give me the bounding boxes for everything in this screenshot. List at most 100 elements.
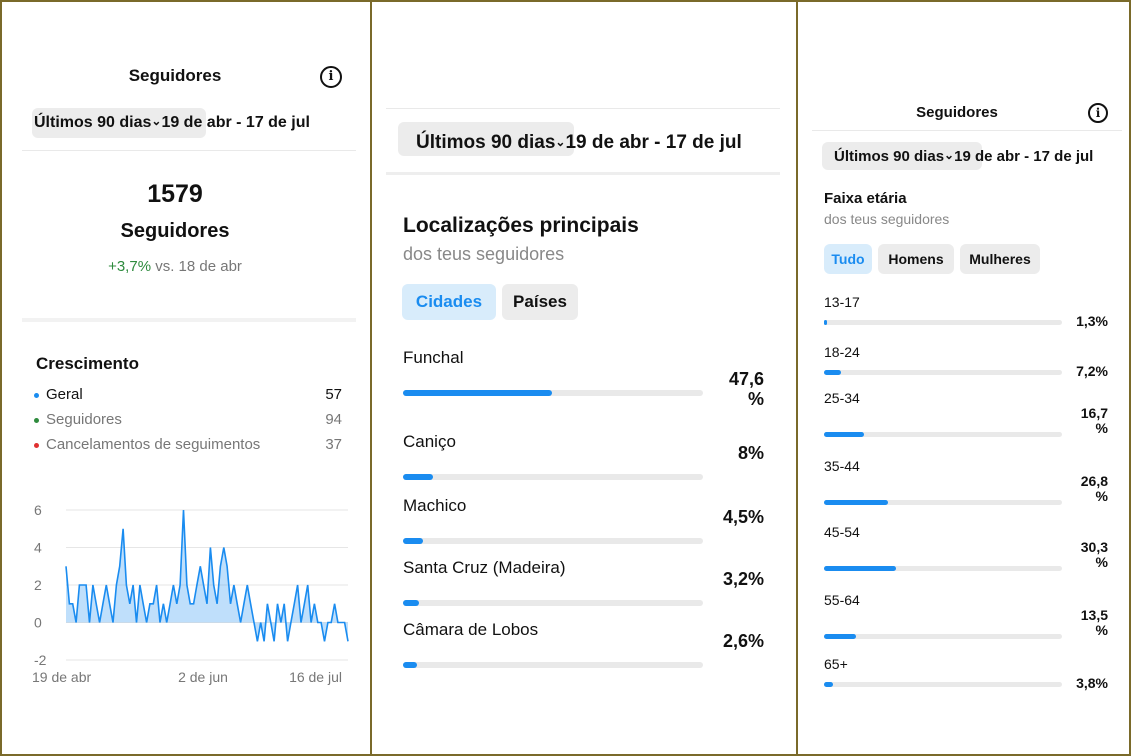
location-name: Funchal [403,348,464,367]
location-bar-fill [403,600,419,606]
change-suffix: vs. 18 de abr [155,258,242,275]
location-bar-track [403,474,703,480]
growth-item-label: Seguidores [46,411,122,428]
age-pct: 3,8% [1076,675,1108,691]
tab-homens[interactable]: Homens [878,244,954,274]
chevron-down-icon: ⌄ [151,114,162,128]
series-area [66,510,348,642]
age-label: 25-34 [824,390,860,406]
y-tick-label: 0 [34,615,42,631]
tab-tudo[interactable]: Tudo [824,244,872,274]
growth-chart: 6 4 2 0 -219 de abr 2 de jun 16 de jul [32,502,349,685]
age-bar-fill [824,370,842,375]
panel-divider [796,0,798,756]
age-pct: 1,3% [1076,313,1108,329]
location-pct: 47,6 % [728,369,764,409]
x-tick-label: 2 de jun [178,669,228,685]
x-tick-label: 19 de abr [32,669,91,685]
tab-cidades[interactable]: Cidades [402,284,496,320]
date-range-label: Últimos 90 dias [416,132,556,153]
age-bar-track [824,566,1062,571]
panel-title: Seguidores [916,104,998,121]
age-bar-fill [824,432,864,437]
age-bar-fill [824,566,897,571]
growth-item-value: 57 [325,386,342,403]
date-range: Últimos 90 dias⌄19 de abr - 17 de jul [834,148,1093,165]
info-icon[interactable]: i [1088,103,1108,123]
legend-dot [34,417,39,423]
location-bar-fill [403,662,417,668]
growth-item: Cancelamentos de seguimentos 37 [34,436,342,458]
section-divider [22,318,356,322]
location-name: Santa Cruz (Madeira) [403,558,566,577]
chevron-down-icon: ⌄ [944,148,955,162]
date-range: Últimos 90 dias⌄19 de abr - 17 de jul [416,132,742,154]
age-bar-fill [824,500,888,505]
location-name: Câmara de Lobos [403,620,539,639]
age-label: 55-64 [824,592,860,608]
section-subtitle: dos teus seguidores [403,244,565,264]
y-tick-label: 6 [34,502,42,518]
age-pct: 13,5 % [1080,607,1108,639]
age-label: 45-54 [824,524,860,540]
growth-item: Seguidores 94 [34,411,342,433]
age-bar-fill [824,682,834,687]
divider [22,150,356,151]
age-label: 18-24 [824,344,860,360]
change-value: +3,7% [108,258,152,275]
age-label: 13-17 [824,294,860,310]
age-bar-track [824,500,1062,505]
growth-item-label: Cancelamentos de seguimentos [46,436,261,453]
y-tick-label: -2 [34,652,47,668]
location-bar-fill [403,474,433,480]
age-bar-track [824,432,1062,437]
divider [812,130,1122,131]
follower-count-label: Seguidores [120,220,230,242]
age-range-panel: Seguidores i Últimos 90 dias⌄19 de abr -… [812,2,1122,754]
location-bar-track [403,390,703,396]
date-range-label: Últimos 90 dias [834,148,945,165]
tab-paises[interactable]: Países [502,284,578,320]
growth-item-label: Geral [46,386,83,403]
follower-count: 1579 [147,180,203,208]
age-bar-fill [824,320,828,325]
age-bar-track [824,682,1062,687]
y-tick-label: 2 [34,577,42,593]
section-subtitle: dos teus seguidores [824,211,950,227]
location-pct: 4,5% [722,507,764,527]
growth-title: Crescimento [36,354,139,373]
panel-divider [370,0,372,756]
location-pct: 2,6% [722,631,764,651]
y-tick-label: 4 [34,540,42,556]
age-bar-track [824,634,1062,639]
age-pct: 7,2% [1076,363,1108,379]
age-pct: 16,7 % [1080,405,1108,437]
location-bar-track [403,538,703,544]
age-bar-track [824,320,1062,325]
date-range: Últimos 90 dias⌄19 de abr - 17 de jul [34,114,310,132]
age-label: 65+ [824,656,848,672]
date-range-dates: 19 de abr - 17 de jul [161,114,310,131]
follower-change: +3,7% vs. 18 de abr [14,258,336,275]
legend-dot [34,442,39,448]
tab-mulheres[interactable]: Mulheres [960,244,1040,274]
date-range-label: Últimos 90 dias [34,114,152,131]
section-title: Faixa etária [824,190,907,207]
location-bar-track [403,662,703,668]
date-range-dates: 19 de abr - 17 de jul [565,132,742,153]
location-bar-track [403,600,703,606]
panel-title: Seguidores [128,66,222,85]
growth-item-value: 37 [325,436,342,453]
top-locations-panel: Últimos 90 dias⌄19 de abr - 17 de jul Lo… [386,2,782,754]
info-icon[interactable]: i [320,66,342,88]
chevron-down-icon: ⌄ [555,135,566,149]
age-bar-track [824,370,1062,375]
age-pct: 26,8 % [1080,473,1108,505]
x-tick-label: 16 de jul [289,669,342,685]
divider [386,108,780,109]
age-label: 35-44 [824,458,860,474]
location-name: Caniço [403,432,456,451]
section-title: Localizações principais [403,214,639,237]
date-range-dates: 19 de abr - 17 de jul [954,148,1094,165]
legend-dot [34,392,39,398]
